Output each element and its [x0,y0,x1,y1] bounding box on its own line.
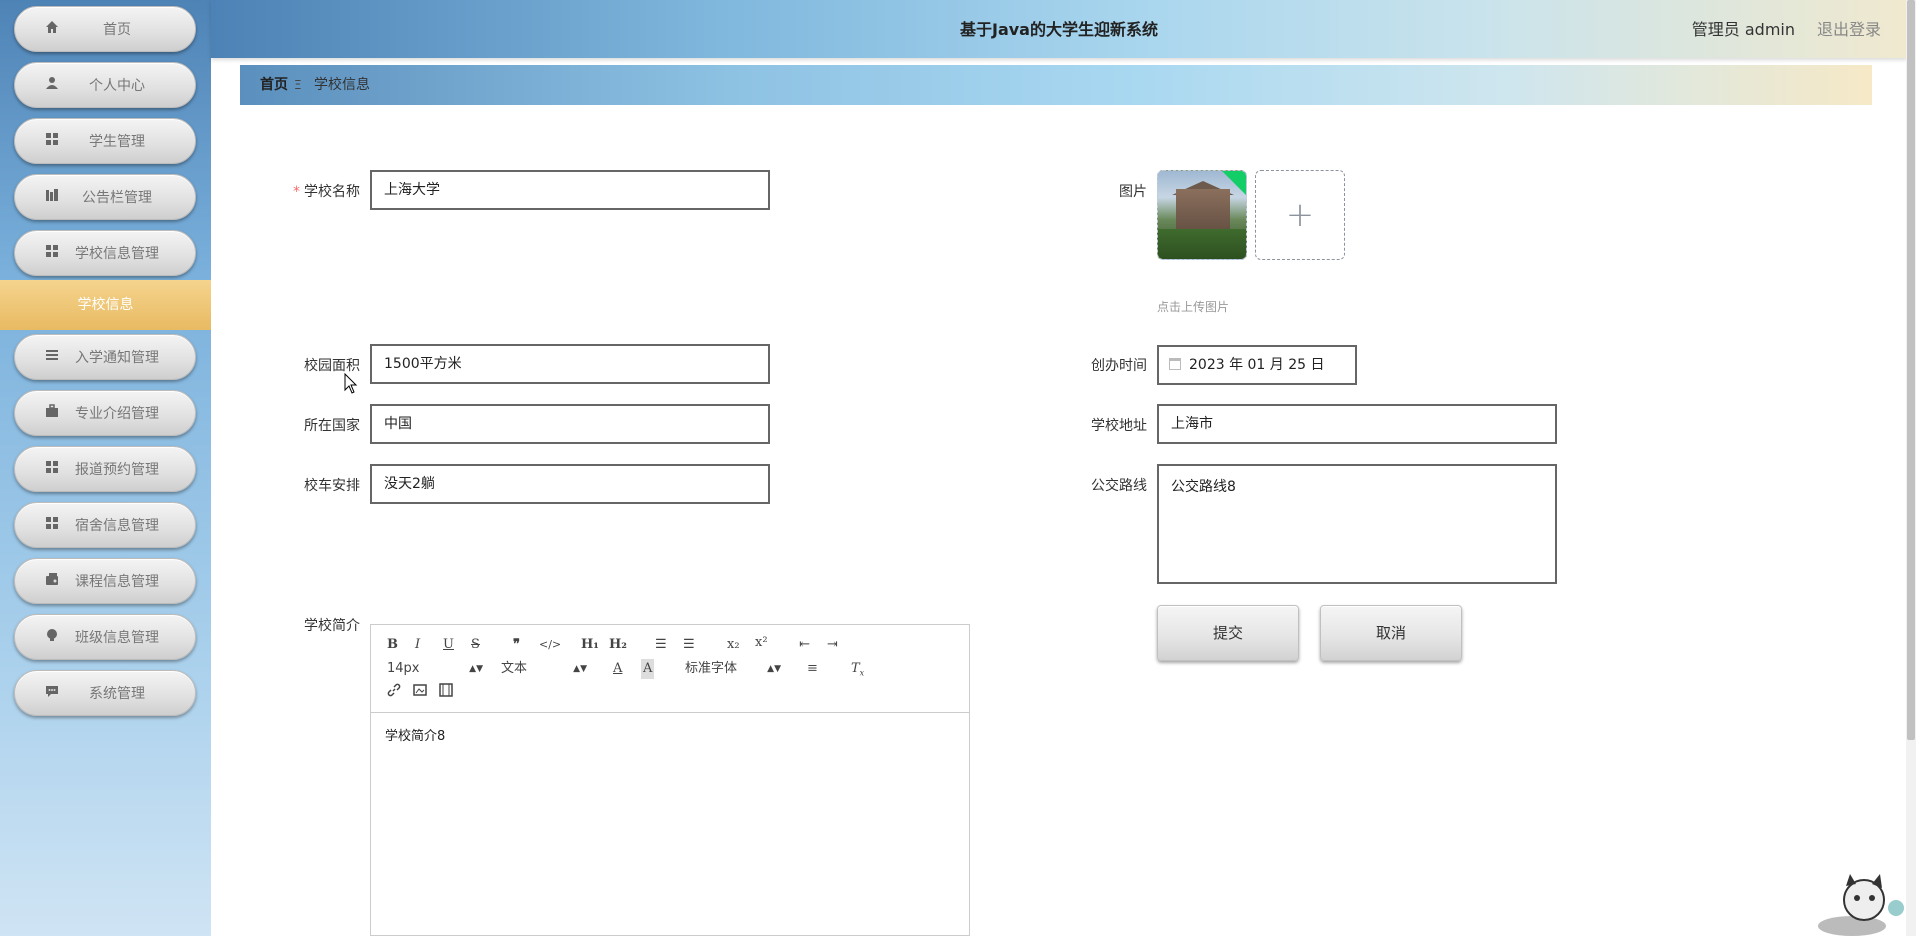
h2-icon[interactable]: H₂ [609,635,627,655]
upload-image-button[interactable]: + [1255,170,1345,260]
sidebar-item-home[interactable]: 首页 [14,6,196,52]
sidebar-subitem-school-info[interactable]: 学校信息 [0,280,211,330]
sidebar-item-classes[interactable]: 班级信息管理 [14,614,196,660]
top-header: 基于Java的大学生迎新系统 管理员 admin 退出登录 [211,0,1907,58]
select-arrow-icon: ▲▼ [573,664,587,674]
bold-icon[interactable]: B [387,635,398,655]
sidebar-item-label: 课程信息管理 [75,574,159,590]
founded-date-picker[interactable]: 2023 年 01 月 25 日 [1157,345,1357,385]
mouse-cursor-icon [344,373,358,394]
select-arrow-icon: ▲▼ [469,664,483,674]
breadcrumb: 首页 Ξ 学校信息 [240,65,1872,105]
school-name-input[interactable]: 上海大学 [370,170,770,210]
clear-format-icon[interactable]: Tx [851,659,864,679]
calendar-icon [1169,358,1181,370]
background-color-icon[interactable]: A [641,659,655,679]
country-label: 所在国家 [304,418,360,434]
sidebar-item-students[interactable]: 学生管理 [14,118,196,164]
bus-route-textarea[interactable]: 公交路线8 [1157,464,1557,584]
sidebar-item-label: 班级信息管理 [75,630,159,646]
indent-icon[interactable]: ⇥ [827,635,838,655]
school-name-label: * 学校名称 [293,184,360,200]
breadcrumb-current: 学校信息 [314,77,370,93]
app-title: 基于Java的大学生迎新系统 [960,20,1158,39]
sidebar-item-label: 学生管理 [89,134,145,150]
logout-link[interactable]: 退出登录 [1817,0,1881,60]
founded-label: 创办时间 [1091,358,1147,374]
block-type-select[interactable]: 文本 ▲▼ [501,659,587,679]
sidebar-item-notices[interactable]: 公告栏管理 [14,174,196,220]
campus-area-label: 校园面积 [304,358,360,374]
founded-date-value: 2023 年 01 月 25 日 [1189,357,1325,373]
font-family-select[interactable]: 标准字体 ▲▼ [685,659,781,679]
sidebar-item-label: 公告栏管理 [82,190,152,206]
sidebar-item-courses[interactable]: 课程信息管理 [14,558,196,604]
shuttle-input[interactable]: 没天2躺 [370,464,770,504]
link-icon[interactable] [387,683,401,703]
ordered-list-icon[interactable]: ☰ [655,635,667,655]
intro-label: 学校简介 [304,618,360,634]
subscript-icon[interactable]: x₂ [727,635,740,655]
shuttle-label: 校车安排 [304,478,360,494]
upload-success-icon [1222,171,1246,195]
sidebar-item-label: 首页 [103,22,131,38]
uploaded-image-thumbnail[interactable] [1157,170,1247,260]
sidebar-item-majors[interactable]: 专业介绍管理 [14,390,196,436]
h1-icon[interactable]: H₁ [581,635,599,655]
sidebar-item-label: 学校信息管理 [75,246,159,262]
breadcrumb-home[interactable]: 首页 [260,65,288,105]
campus-area-input[interactable]: 1500平方米 [370,344,770,384]
editor-toolbar: B I U S ❞ </> H₁ H₂ ☰ ☰ x₂ x² ⇤ ⇥ 14px ▲▼… [371,625,969,713]
bus-route-label: 公交路线 [1091,478,1147,494]
strike-icon[interactable]: S [471,635,480,655]
country-input[interactable]: 中国 [370,404,770,444]
font-color-icon[interactable]: A [613,659,622,679]
sidebar-item-system[interactable]: 系统管理 [14,670,196,716]
plus-icon: + [1285,195,1315,235]
sidebar-item-label: 个人中心 [89,78,145,94]
address-label: 学校地址 [1091,418,1147,434]
address-input[interactable]: 上海市 [1157,404,1557,444]
sidebar-item-label: 专业介绍管理 [75,406,159,422]
underline-icon[interactable]: U [443,635,454,655]
breadcrumb-separator-icon: Ξ [294,78,302,92]
required-mark: * [293,184,300,200]
bullet-list-icon[interactable]: ☰ [683,635,695,655]
intro-rich-editor: B I U S ❞ </> H₁ H₂ ☰ ☰ x₂ x² ⇤ ⇥ 14px ▲▼… [370,624,970,936]
sidebar: 首页 个人中心 学生管理 公告栏管理 学校信息管理 学校信息 入学通知管理 专业… [0,0,211,936]
picture-label: 图片 [1119,184,1147,200]
sidebar-item-label: 系统管理 [89,686,145,702]
upload-tip: 点击上传图片 [1157,300,1230,314]
blockquote-icon[interactable]: ❞ [513,635,520,655]
italic-icon[interactable]: I [415,635,420,655]
font-size-select[interactable]: 14px ▲▼ [387,659,483,679]
superscript-icon[interactable]: x² [755,633,768,653]
cancel-button[interactable]: 取消 [1320,605,1462,661]
video-icon[interactable] [439,683,453,703]
sidebar-item-profile[interactable]: 个人中心 [14,62,196,108]
sidebar-item-dormitory[interactable]: 宿舍信息管理 [14,502,196,548]
sidebar-item-school-info-mgmt[interactable]: 学校信息管理 [14,230,196,276]
sidebar-item-label: 入学通知管理 [75,350,159,366]
select-arrow-icon: ▲▼ [767,664,781,674]
current-user: 管理员 admin [1691,20,1795,39]
image-icon[interactable] [413,683,427,703]
sidebar-item-registration[interactable]: 报道预约管理 [14,446,196,492]
outdent-icon[interactable]: ⇤ [799,635,810,655]
editor-content[interactable]: 学校简介8 [385,725,445,744]
sidebar-item-admission-notice[interactable]: 入学通知管理 [14,334,196,380]
sidebar-item-label: 报道预约管理 [75,462,159,478]
align-icon[interactable]: ≡ [807,659,818,679]
scrollbar-thumb[interactable] [1907,0,1915,740]
code-icon[interactable]: </> [539,635,561,655]
page-scrollbar[interactable] [1906,0,1916,936]
sidebar-item-label: 宿舍信息管理 [75,518,159,534]
mascot-icon [1818,874,1904,936]
submit-button[interactable]: 提交 [1157,605,1299,661]
